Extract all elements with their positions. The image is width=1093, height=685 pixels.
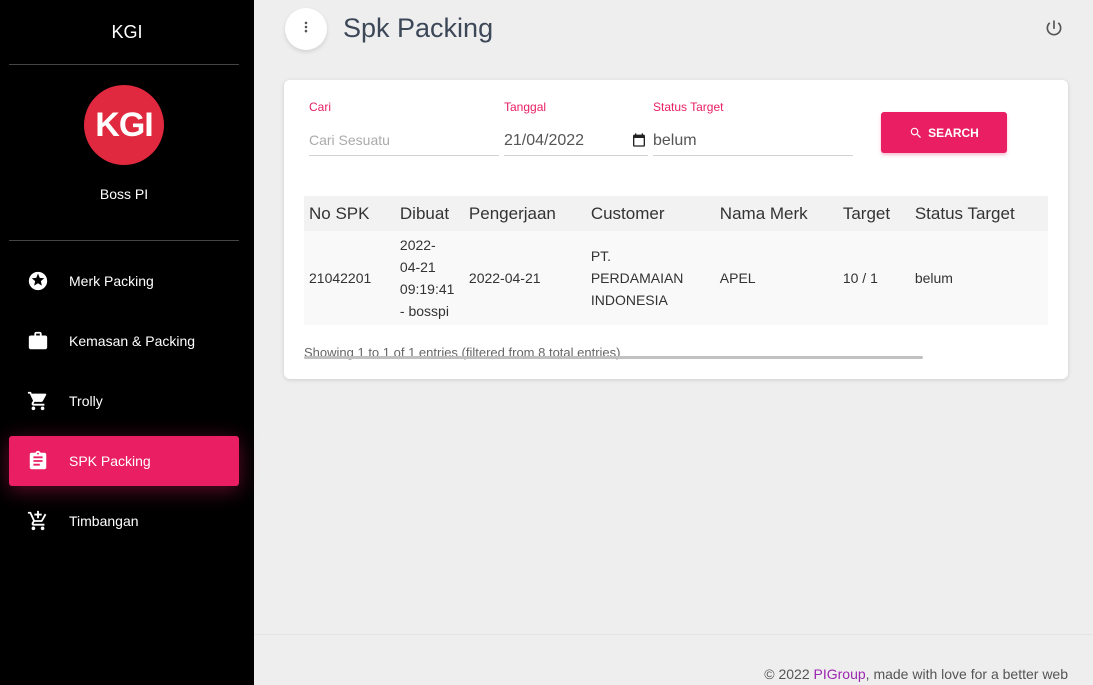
cell-pengerjaan: 2022-04-21: [463, 231, 586, 325]
shopping-cart-icon: [27, 390, 49, 412]
sidebar-nav: Merk Packing Kemasan & Packing Trolly SP…: [9, 256, 239, 556]
cell-customer-line: PERDAMAIAN: [590, 270, 684, 286]
search-icon: [910, 127, 922, 138]
cell-dibuat-line: 09:19:41: [399, 281, 455, 297]
sidebar-item-label: SPK Packing: [69, 453, 151, 469]
column-header-dibuat[interactable]: Dibuat: [394, 196, 464, 231]
cell-customer-line: INDONESIA: [590, 292, 668, 308]
status-select[interactable]: belum: [653, 126, 853, 156]
tanggal-label: Tanggal: [504, 100, 547, 114]
search-input[interactable]: [309, 126, 499, 156]
power-icon[interactable]: [1044, 18, 1066, 40]
column-header-customer[interactable]: Customer: [585, 196, 715, 231]
sidebar-item-spk-packing[interactable]: SPK Packing: [9, 436, 239, 486]
cell-dibuat: 2022- 04-21 09:19:41 - bosspi: [394, 231, 464, 325]
calendar-icon[interactable]: [631, 132, 647, 148]
sidebar: KGI KGI Boss PI Merk Packing Kemasan & P…: [0, 0, 254, 685]
status-field: Status Target: [653, 100, 724, 114]
sidebar-item-kemasan-packing[interactable]: Kemasan & Packing: [9, 316, 239, 366]
cari-field: Cari: [309, 100, 331, 114]
clipboard-icon: [27, 450, 49, 472]
sidebar-item-label: Merk Packing: [69, 273, 154, 289]
cell-target: 10 / 1: [837, 231, 910, 325]
column-header-nama-merk[interactable]: Nama Merk: [714, 196, 838, 231]
sidebar-item-timbangan[interactable]: Timbangan: [9, 496, 239, 546]
table-header-row: No SPK Dibuat Pengerjaan Customer Nama M…: [304, 196, 1048, 231]
search-button-label: SEARCH: [928, 125, 979, 140]
sidebar-divider: [9, 240, 239, 241]
column-header-status-target[interactable]: Status Target: [909, 196, 1048, 231]
spk-table: No SPK Dibuat Pengerjaan Customer Nama M…: [304, 196, 1048, 325]
sidebar-item-label: Timbangan: [69, 513, 139, 529]
cell-dibuat-line: 04-21: [399, 259, 436, 275]
search-button[interactable]: SEARCH: [881, 112, 1007, 153]
add-shopping-cart-icon: [27, 510, 49, 532]
star-circle-icon: [27, 270, 49, 292]
user-name: Boss PI: [99, 186, 149, 202]
footer-suffix: , made with love for a better web: [865, 666, 1068, 682]
sidebar-item-merk-packing[interactable]: Merk Packing: [9, 256, 239, 306]
sidebar-divider: [9, 64, 239, 65]
tanggal-field: Tanggal: [504, 100, 546, 114]
logo-text: KGI: [95, 105, 153, 144]
cell-dibuat-line: 2022-: [399, 237, 436, 253]
footer-divider: [254, 634, 1093, 635]
cell-dibuat-line: - bosspi: [399, 303, 449, 319]
cell-no-spk: 21042201: [304, 231, 395, 325]
footer: © 2022 PIGroup, made with love for a bet…: [764, 666, 1068, 682]
cell-nama-merk: APEL: [714, 231, 838, 325]
footer-prefix: © 2022: [764, 666, 814, 682]
horizontal-scrollbar[interactable]: [304, 356, 923, 359]
company-logo: KGI: [84, 85, 164, 165]
column-header-no-spk[interactable]: No SPK: [304, 196, 395, 231]
date-input[interactable]: 21/04/2022: [504, 126, 648, 156]
cari-label: Cari: [309, 100, 332, 114]
column-header-pengerjaan[interactable]: Pengerjaan: [463, 196, 586, 231]
filter-card: Cari Tanggal 21/04/2022 Status Target be…: [284, 80, 1068, 379]
cell-customer-line: PT.: [590, 248, 612, 264]
briefcase-icon: [27, 330, 49, 352]
brand-title[interactable]: KGI: [0, 0, 254, 64]
more-options-button[interactable]: [285, 8, 327, 50]
sidebar-item-label: Kemasan & Packing: [69, 333, 196, 349]
table-row[interactable]: 21042201 2022- 04-21 09:19:41 - bosspi 2…: [304, 231, 1048, 325]
sidebar-item-trolly[interactable]: Trolly: [9, 376, 239, 426]
cell-customer: PT. PERDAMAIAN INDONESIA: [585, 231, 715, 325]
footer-link[interactable]: PIGroup: [814, 666, 866, 682]
page-title: Spk Packing: [343, 13, 494, 43]
more-vertical-icon: [299, 20, 313, 39]
status-label: Status Target: [653, 100, 724, 114]
cell-status-target: belum: [909, 231, 1048, 325]
sidebar-item-label: Trolly: [69, 393, 103, 409]
column-header-target[interactable]: Target: [837, 196, 910, 231]
